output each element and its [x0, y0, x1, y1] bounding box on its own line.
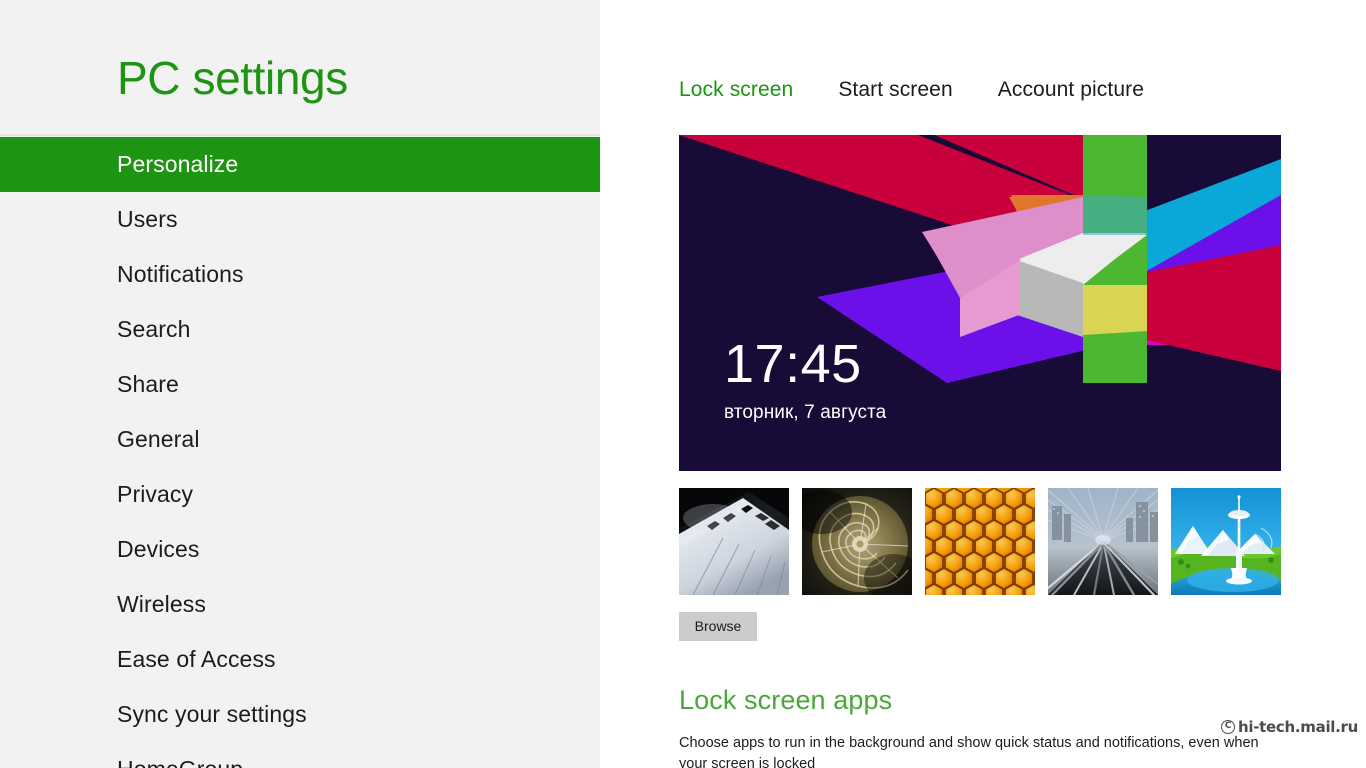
piano-keys-image	[679, 488, 789, 595]
sidebar-item-label: Notifications	[117, 261, 244, 287]
lock-screen-apps-description: Choose apps to run in the background and…	[679, 735, 1259, 768]
lock-screen-apps-heading: Lock screen apps	[679, 685, 893, 715]
sidebar-item-label: Search	[117, 316, 191, 342]
settings-nav-list: Personalize Users Notifications Search Share…	[0, 137, 600, 768]
sidebar-item-share[interactable]: Share	[0, 357, 600, 412]
settings-sidebar: PC settings Personalize Users Notification…	[0, 0, 600, 768]
sidebar-item-sync-your-settings[interactable]: Sync your settings	[0, 687, 600, 742]
sidebar-item-label: Privacy	[117, 481, 194, 507]
settings-main-panel: Lock screen Start screen Account picture	[600, 0, 1366, 768]
honeycomb-thumbnail[interactable]	[925, 488, 1035, 595]
sidebar-item-label: Sync your settings	[117, 701, 307, 727]
tab-start-screen[interactable]: Start screen	[838, 78, 952, 102]
sidebar-item-label: General	[117, 426, 200, 452]
lock-screen-thumbnail-list	[679, 488, 1281, 595]
piano-keys-thumbnail[interactable]	[679, 488, 789, 595]
sidebar-item-devices[interactable]: Devices	[0, 522, 600, 577]
sidebar-item-users[interactable]: Users	[0, 192, 600, 247]
personalize-tabs: Lock screen Start screen Account picture	[679, 78, 1144, 102]
sidebar-item-wireless[interactable]: Wireless	[0, 577, 600, 632]
sidebar-item-ease-of-access[interactable]: Ease of Access	[0, 632, 600, 687]
sidebar-item-privacy[interactable]: Privacy	[0, 467, 600, 522]
sidebar-item-label: Share	[117, 371, 179, 397]
tab-account-picture[interactable]: Account picture	[998, 78, 1144, 102]
space-needle-image	[1171, 488, 1281, 595]
sidebar-item-general[interactable]: General	[0, 412, 600, 467]
nautilus-shell-thumbnail[interactable]	[802, 488, 912, 595]
space-needle-thumbnail[interactable]	[1171, 488, 1281, 595]
sidebar-item-label: Wireless	[117, 591, 206, 617]
sidebar-item-notifications[interactable]: Notifications	[0, 247, 600, 302]
sidebar-item-homegroup[interactable]: HomeGroup	[0, 742, 600, 768]
browse-button[interactable]: Browse	[679, 612, 757, 641]
sidebar-item-label: Personalize	[117, 151, 239, 177]
sidebar-item-label: Devices	[117, 536, 200, 562]
subway-tunnel-image	[1048, 488, 1158, 595]
lock-screen-preview[interactable]: 17:45 вторник, 7 августа	[679, 135, 1281, 471]
subway-tunnel-thumbnail[interactable]	[1048, 488, 1158, 595]
sidebar-item-label: Users	[117, 206, 178, 232]
pc-settings-screen: PC settings Personalize Users Notification…	[0, 0, 1366, 768]
sidebar-item-personalize[interactable]: Personalize	[0, 137, 600, 192]
tab-lock-screen[interactable]: Lock screen	[679, 78, 793, 102]
honeycomb-image	[925, 488, 1035, 595]
nautilus-shell-image	[802, 488, 912, 595]
sidebar-item-search[interactable]: Search	[0, 302, 600, 357]
page-title: PC settings	[117, 52, 348, 104]
sidebar-divider	[0, 134, 600, 136]
lock-screen-wallpaper	[679, 135, 1281, 471]
sidebar-item-label: HomeGroup	[117, 756, 243, 768]
sidebar-item-label: Ease of Access	[117, 646, 276, 672]
